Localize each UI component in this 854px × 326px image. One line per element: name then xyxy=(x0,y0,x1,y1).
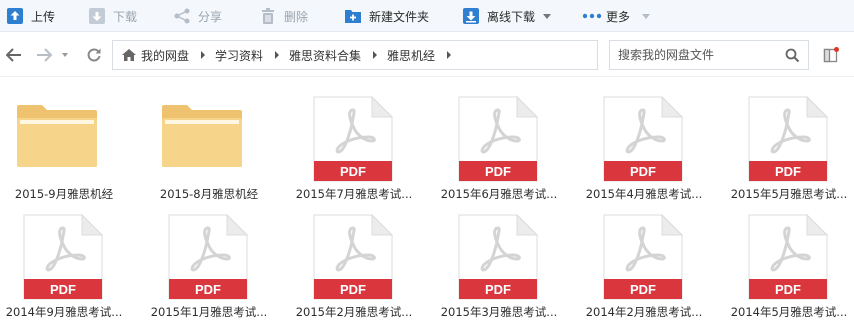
pdf-badge: PDF xyxy=(485,282,511,297)
search-box xyxy=(609,40,809,70)
back-arrow-icon xyxy=(6,48,21,62)
offline-download-icon xyxy=(462,7,480,25)
delete-button[interactable]: 删除 xyxy=(259,0,308,32)
file-item[interactable]: PDF 2014年2月雅思考试... xyxy=(574,202,714,320)
share-icon xyxy=(173,7,191,25)
pdf-badge: PDF xyxy=(630,164,656,179)
new-folder-icon xyxy=(344,7,362,25)
chevron-down-icon xyxy=(642,13,651,19)
file-name: 2015年3月雅思考试... xyxy=(440,305,558,319)
file-item[interactable]: 2015-9月雅思机经 xyxy=(0,84,134,202)
file-item[interactable]: PDF 2015年4月雅思考试... xyxy=(574,84,714,202)
breadcrumb-item-study-materials[interactable]: 学习资料 xyxy=(215,47,263,64)
offline-download-label: 离线下载 xyxy=(487,9,536,24)
pdf-badge: PDF xyxy=(630,282,656,297)
chevron-down-icon xyxy=(62,53,68,57)
pdf-icon: PDF xyxy=(748,213,829,300)
upload-icon xyxy=(6,7,24,25)
file-name: 2015年5月雅思考试... xyxy=(730,187,848,201)
toolbar: 上传 下载 分享 删除 新建文件夹 离线下载 更多 xyxy=(0,0,854,32)
pdf-badge: PDF xyxy=(340,164,366,179)
file-name: 2015-8月雅思机经 xyxy=(159,187,259,201)
pdf-badge: PDF xyxy=(195,282,221,297)
breadcrumb-item-my-drive[interactable]: 我的网盘 xyxy=(141,47,189,64)
pdf-icon: PDF xyxy=(603,95,684,182)
breadcrumb-separator-icon xyxy=(447,51,452,59)
pdf-badge: PDF xyxy=(50,282,76,297)
pdf-badge: PDF xyxy=(775,164,801,179)
file-name: 2015-9月雅思机经 xyxy=(14,187,114,201)
breadcrumb-item-ielts-recalls[interactable]: 雅思机经 xyxy=(387,47,435,64)
new-folder-label: 新建文件夹 xyxy=(369,9,430,24)
pdf-icon: PDF xyxy=(458,95,539,182)
file-name: 2014年2月雅思考试... xyxy=(585,305,703,319)
file-item[interactable]: PDF 2014年9月雅思考试... xyxy=(0,202,134,320)
upload-label: 上传 xyxy=(31,9,56,24)
forward-arrow-icon xyxy=(37,48,52,62)
folder-icon xyxy=(17,105,97,167)
file-name: 2015年6月雅思考试... xyxy=(440,187,558,201)
file-item[interactable]: PDF 2015年5月雅思考试... xyxy=(719,84,854,202)
folder-icon xyxy=(162,105,242,167)
file-item[interactable]: 2015-8月雅思机经 xyxy=(139,84,279,202)
file-item[interactable]: PDF 2014年5月雅思考试... xyxy=(719,202,854,320)
more-button[interactable]: 更多 xyxy=(582,0,651,32)
pdf-icon: PDF xyxy=(313,213,394,300)
download-icon xyxy=(88,7,106,25)
refresh-icon xyxy=(87,48,101,62)
back-button[interactable] xyxy=(4,45,24,65)
more-icon xyxy=(582,7,602,25)
chevron-down-icon xyxy=(543,13,552,19)
pdf-icon: PDF xyxy=(23,213,104,300)
offline-download-button[interactable]: 离线下载 xyxy=(462,0,552,32)
delete-label: 删除 xyxy=(284,9,309,24)
breadcrumb: 我的网盘 学习资料 雅思资料合集 雅思机经 xyxy=(112,40,598,70)
refresh-button[interactable] xyxy=(84,45,104,65)
search-input[interactable] xyxy=(610,41,780,69)
delete-icon xyxy=(259,7,277,25)
file-item[interactable]: PDF 2015年1月雅思考试... xyxy=(139,202,279,320)
new-folder-button[interactable]: 新建文件夹 xyxy=(344,0,429,32)
file-name: 2015年1月雅思考试... xyxy=(150,305,268,319)
file-name: 2015年7月雅思考试... xyxy=(295,187,413,201)
pdf-icon: PDF xyxy=(313,95,394,182)
home-icon[interactable] xyxy=(121,47,137,63)
file-item[interactable]: PDF 2015年7月雅思考试... xyxy=(284,84,424,202)
breadcrumb-item-ielts-collection[interactable]: 雅思资料合集 xyxy=(289,47,361,64)
download-button[interactable]: 下载 xyxy=(88,0,137,32)
breadcrumb-separator-icon xyxy=(373,51,378,59)
share-label: 分享 xyxy=(198,9,223,24)
file-name: 2014年9月雅思考试... xyxy=(5,305,123,319)
file-name: 2015年2月雅思考试... xyxy=(295,305,413,319)
pdf-icon: PDF xyxy=(458,213,539,300)
breadcrumb-separator-icon xyxy=(275,51,280,59)
file-item[interactable]: PDF 2015年2月雅思考试... xyxy=(284,202,424,320)
history-dropdown[interactable] xyxy=(58,45,72,65)
file-item[interactable]: PDF 2015年6月雅思考试... xyxy=(429,84,569,202)
more-label: 更多 xyxy=(606,9,631,24)
share-button[interactable]: 分享 xyxy=(173,0,222,32)
pdf-icon: PDF xyxy=(603,213,684,300)
panel-toggle-icon[interactable] xyxy=(822,46,840,64)
file-name: 2015年4月雅思考试... xyxy=(585,187,703,201)
upload-button[interactable]: 上传 xyxy=(6,0,55,32)
file-name: 2014年5月雅思考试... xyxy=(730,305,848,319)
download-label: 下载 xyxy=(113,9,138,24)
pdf-badge: PDF xyxy=(340,282,366,297)
navigation-bar: 我的网盘 学习资料 雅思资料合集 雅思机经 xyxy=(0,33,854,77)
search-icon[interactable] xyxy=(785,48,800,63)
pdf-badge: PDF xyxy=(775,282,801,297)
file-item[interactable]: PDF 2015年3月雅思考试... xyxy=(429,202,569,320)
pdf-badge: PDF xyxy=(485,164,511,179)
pdf-icon: PDF xyxy=(748,95,829,182)
forward-button[interactable] xyxy=(34,45,54,65)
pdf-icon: PDF xyxy=(168,213,249,300)
breadcrumb-separator-icon xyxy=(201,51,206,59)
file-grid: 2015-9月雅思机经 2015-8月雅思机经 PDF 2015年7月雅思考试.… xyxy=(0,78,854,326)
